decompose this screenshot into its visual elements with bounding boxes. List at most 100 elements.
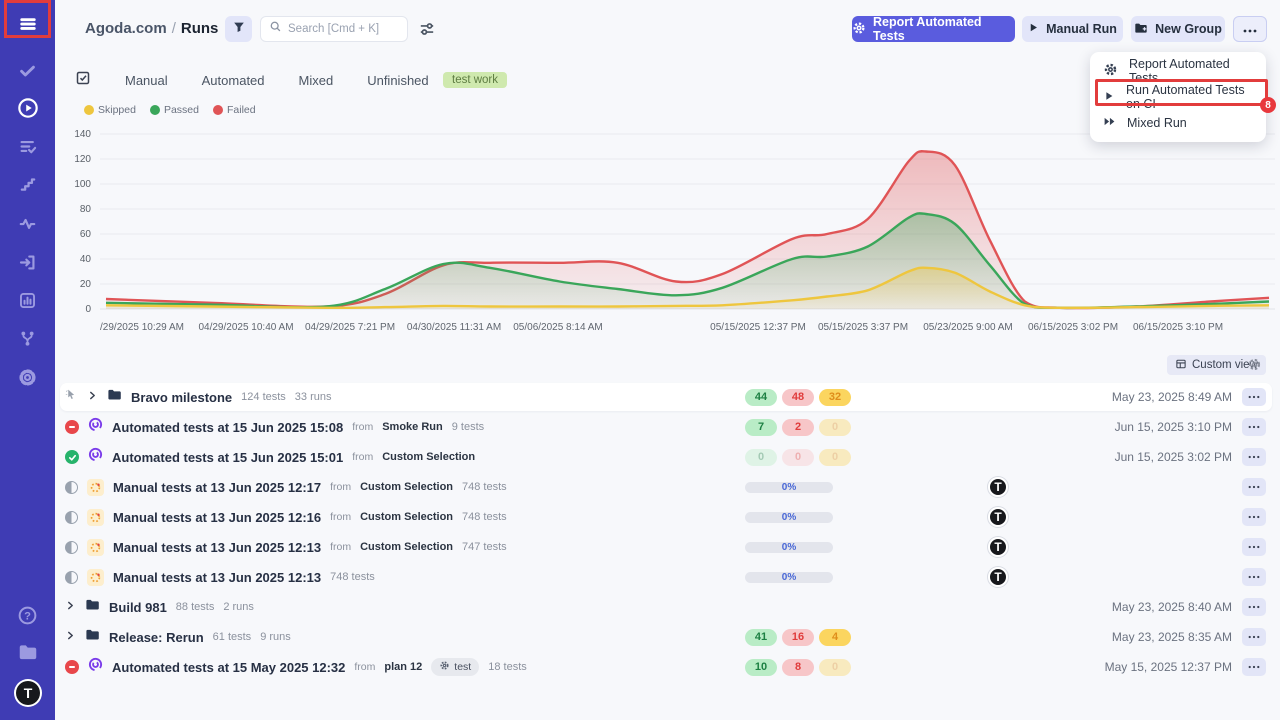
sidebar-item-analytics[interactable] <box>11 286 44 319</box>
y-axis-tick: 40 <box>55 254 91 265</box>
run-title[interactable]: Automated tests at 15 Jun 2025 15:01 <box>112 450 343 465</box>
row-more-button[interactable] <box>1242 388 1266 406</box>
progress-value: 0% <box>782 542 796 553</box>
manual-run-icon <box>87 509 104 526</box>
from-source[interactable]: plan 12 <box>384 661 422 673</box>
expand-chevron-icon[interactable] <box>65 628 76 646</box>
run-timestamp: Jun 15, 2025 3:02 PM <box>1115 450 1232 464</box>
app-logo[interactable]: T <box>14 679 42 707</box>
tests-count: 61 tests <box>213 631 252 643</box>
status-in-progress-icon <box>65 511 78 524</box>
run-title[interactable]: Manual tests at 13 Jun 2025 12:17 <box>113 480 321 495</box>
new-group-button[interactable]: New Group <box>1131 16 1225 42</box>
result-badges: 41164 <box>745 629 851 646</box>
search-input[interactable] <box>288 23 398 35</box>
row-more-button[interactable] <box>1242 658 1266 676</box>
folder-plus-icon <box>1134 21 1148 38</box>
from-source[interactable]: Custom Selection <box>360 541 453 553</box>
assignee-avatar[interactable]: T <box>988 537 1008 557</box>
sidebar-item-plans[interactable] <box>11 132 44 165</box>
badge-red: 8 <box>782 659 814 676</box>
annotation-box <box>1095 79 1268 106</box>
folder-icon <box>85 627 100 647</box>
sidebar-item-import[interactable] <box>11 248 44 281</box>
row-more-button[interactable] <box>1242 478 1266 496</box>
run-timestamp: May 15, 2025 12:37 PM <box>1105 660 1232 674</box>
row-more-button[interactable] <box>1242 568 1266 586</box>
branches-icon <box>18 329 37 353</box>
more-actions-button[interactable] <box>1233 16 1267 42</box>
run-row[interactable]: Manual tests at 13 Jun 2025 12:13 748 tes… <box>60 563 1272 591</box>
run-row[interactable]: Automated tests at 15 May 2025 12:32from… <box>60 653 1272 681</box>
run-row[interactable]: Manual tests at 13 Jun 2025 12:16fromCus… <box>60 503 1272 531</box>
row-more-button[interactable] <box>1242 418 1266 436</box>
run-row[interactable]: Manual tests at 13 Jun 2025 12:13fromCus… <box>60 533 1272 561</box>
view-settings-gear-icon[interactable] <box>1247 357 1262 377</box>
result-badges: 1080 <box>745 659 851 676</box>
progress-bar: 0% <box>745 512 833 523</box>
menu-item-mixed-run[interactable]: Mixed Run <box>1090 110 1266 136</box>
status-passed-icon <box>65 450 79 464</box>
activity-icon <box>18 214 37 238</box>
sidebar-item-help[interactable]: ? <box>11 601 44 634</box>
badge-yellow: 4 <box>819 629 851 646</box>
menu-item-label: Mixed Run <box>1127 116 1187 130</box>
group-row[interactable]: Build 98188 tests2 runsMay 23, 2025 8:40… <box>60 593 1272 621</box>
breadcrumb-project[interactable]: Agoda.com <box>85 20 167 37</box>
filter-button[interactable] <box>225 16 252 42</box>
sidebar-item-settings[interactable] <box>11 363 44 396</box>
from-source[interactable]: Custom Selection <box>382 451 475 463</box>
group-title[interactable]: Bravo milestone <box>131 390 232 405</box>
from-source[interactable]: Custom Selection <box>360 481 453 493</box>
row-more-button[interactable] <box>1242 538 1266 556</box>
tab-automated[interactable]: Automated <box>202 73 265 88</box>
row-more-button[interactable] <box>1242 598 1266 616</box>
tests-count: 748 tests <box>330 571 375 583</box>
tab-unfinished[interactable]: Unfinished <box>367 73 428 88</box>
report-automated-tests-button[interactable]: Report Automated Tests <box>852 16 1015 42</box>
run-row[interactable]: Automated tests at 15 Jun 2025 15:01 from… <box>60 443 1272 471</box>
gear-icon <box>17 367 38 393</box>
sidebar-item-projects[interactable] <box>11 638 44 671</box>
assignee-avatar[interactable]: T <box>988 477 1008 497</box>
tab-mixed[interactable]: Mixed <box>299 73 334 88</box>
from-label: from <box>352 451 373 463</box>
tab-manual[interactable]: Manual <box>125 73 168 88</box>
test-work-tag[interactable]: test work <box>443 72 507 88</box>
sidebar-item-tests[interactable] <box>11 56 44 89</box>
group-row[interactable]: Release: Rerun61 tests9 runs41164May 23,… <box>60 623 1272 651</box>
automated-run-icon <box>88 417 103 437</box>
manual-run-button[interactable]: Manual Run <box>1022 16 1123 42</box>
run-tag[interactable]: test <box>431 658 479 676</box>
run-row[interactable]: Automated tests at 15 Jun 2025 15:08from… <box>60 413 1272 441</box>
run-title[interactable]: Automated tests at 15 May 2025 12:32 <box>112 660 345 675</box>
sidebar-item-pulse[interactable] <box>11 209 44 242</box>
sidebar-item-runs[interactable] <box>11 94 44 127</box>
sliders-icon[interactable] <box>418 20 436 38</box>
row-more-button[interactable] <box>1242 448 1266 466</box>
manual-run-label: Manual Run <box>1046 22 1117 36</box>
import-icon <box>18 253 37 277</box>
select-runs-icon[interactable] <box>75 70 91 91</box>
group-title[interactable]: Build 981 <box>109 600 167 615</box>
sidebar-item-steps[interactable] <box>11 170 44 203</box>
expand-chevron-icon[interactable] <box>87 388 98 406</box>
assignee-avatar[interactable]: T <box>988 567 1008 587</box>
sidebar-item-branches[interactable] <box>11 324 44 357</box>
row-more-button[interactable] <box>1242 508 1266 526</box>
row-more-button[interactable] <box>1242 628 1266 646</box>
run-title[interactable]: Manual tests at 13 Jun 2025 12:13 <box>113 540 321 555</box>
run-title[interactable]: Manual tests at 13 Jun 2025 12:13 <box>113 570 321 585</box>
assignee-avatar[interactable]: T <box>988 507 1008 527</box>
progress-value: 0% <box>782 482 796 493</box>
search-box[interactable] <box>260 16 408 42</box>
from-source[interactable]: Custom Selection <box>360 511 453 523</box>
group-title[interactable]: Release: Rerun <box>109 630 204 645</box>
run-title[interactable]: Manual tests at 13 Jun 2025 12:16 <box>113 510 321 525</box>
tests-count: 88 tests <box>176 601 215 613</box>
run-title[interactable]: Automated tests at 15 Jun 2025 15:08 <box>112 420 343 435</box>
group-row[interactable]: Bravo milestone124 tests33 runs444832May… <box>60 383 1272 411</box>
from-source[interactable]: Smoke Run <box>382 421 443 433</box>
run-row[interactable]: Manual tests at 13 Jun 2025 12:17fromCus… <box>60 473 1272 501</box>
expand-chevron-icon[interactable] <box>65 598 76 616</box>
